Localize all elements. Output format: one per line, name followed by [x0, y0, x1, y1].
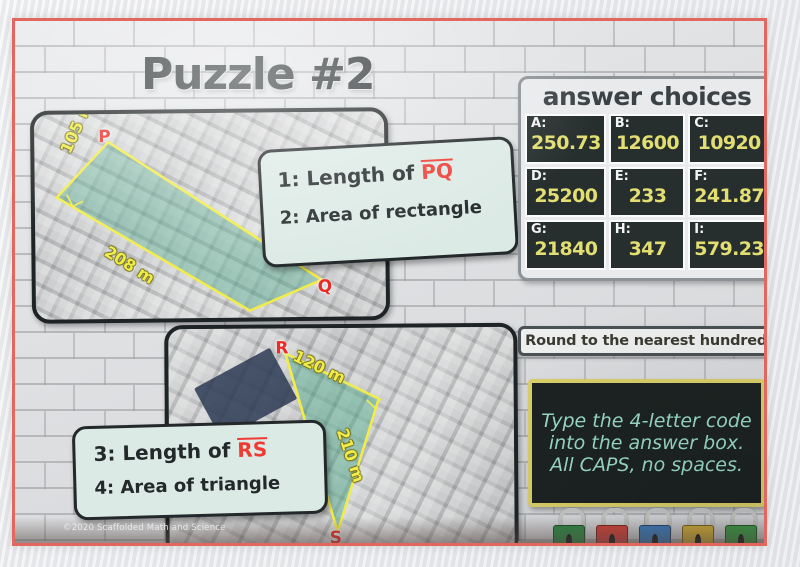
answer-choices-grid: A: 250.73 B: 12600 C: 10920 D: 25200 E: … — [521, 114, 764, 274]
answer-choices-card: answer choices A: 250.73 B: 12600 C: 109… — [518, 76, 764, 281]
answer-letter: C: — [694, 116, 710, 131]
map1-point-q: Q — [317, 276, 333, 297]
answer-cell-i[interactable]: I: 579.23 — [688, 220, 764, 270]
answer-value: 347 — [628, 237, 667, 260]
question-3: 3: Length of RS — [93, 436, 310, 466]
answer-letter: H: — [614, 222, 631, 237]
map1-point-p: P — [98, 127, 111, 148]
segment-label-pq: PQ — [420, 158, 454, 185]
segment-label-rs: RS — [237, 437, 268, 462]
answer-cell-e[interactable]: E: 233 — [608, 167, 686, 217]
answer-letter: D: — [531, 169, 547, 184]
question-3-text: 3: Length of — [93, 437, 238, 466]
slide-canvas: Puzzle #2 P Q 105 m 208 m R 120 m 210 m … — [15, 21, 764, 543]
question-4: 4: Area of triangle — [94, 472, 281, 499]
answer-value: 10920 — [697, 131, 762, 154]
instructions-board: Type the 4-letter code into the answer b… — [528, 379, 764, 507]
answer-letter: G: — [531, 222, 547, 237]
photo-backdrop: Puzzle #2 P Q 105 m 208 m R 120 m 210 m … — [0, 0, 800, 567]
rounding-note-banner: Round to the nearest hundredth — [518, 326, 764, 356]
question-2: 2: Area of rectangle — [279, 196, 483, 230]
answer-letter: A: — [531, 116, 547, 131]
slide-frame: Puzzle #2 P Q 105 m 208 m R 120 m 210 m … — [12, 18, 767, 546]
answer-letter: F: — [694, 169, 708, 184]
answer-cell-c[interactable]: C: 10920 — [688, 114, 764, 164]
question-1: 1: Length of PQ — [277, 156, 498, 192]
answer-cell-f[interactable]: F: 241.87 — [688, 167, 764, 217]
answer-value: 233 — [628, 184, 667, 207]
answer-letter: B: — [614, 116, 630, 131]
copyright-text: ©2020 Scaffolded Math and Science — [63, 523, 226, 533]
question-callout-1: 1: Length of PQ 2: Area of rectangle — [256, 135, 520, 269]
map2-point-r: R — [275, 338, 289, 359]
rounding-note-text: Round to the nearest hundredth — [525, 333, 764, 349]
question-callout-2: 3: Length of RS 4: Area of triangle — [71, 419, 329, 521]
answer-letter: I: — [694, 222, 705, 237]
answer-value: 241.87 — [694, 184, 764, 207]
answer-value: 250.73 — [531, 131, 601, 154]
answer-cell-a[interactable]: A: 250.73 — [525, 114, 606, 164]
answer-choices-title: answer choices — [542, 82, 752, 111]
page-title: Puzzle #2 — [141, 49, 376, 100]
question-1-text: 1: Length of — [276, 160, 422, 193]
instructions-text: Type the 4-letter code into the answer b… — [541, 409, 752, 477]
answer-cell-h[interactable]: H: 347 — [608, 220, 686, 270]
answer-value: 21840 — [534, 237, 598, 260]
answer-letter: E: — [614, 169, 629, 184]
answer-cell-d[interactable]: D: 25200 — [525, 167, 606, 217]
answer-value: 25200 — [534, 184, 598, 207]
answer-value: 12600 — [615, 131, 680, 154]
answer-cell-b[interactable]: B: 12600 — [608, 114, 686, 164]
answer-cell-g[interactable]: G: 21840 — [525, 220, 606, 270]
answer-value: 579.23 — [694, 237, 764, 260]
